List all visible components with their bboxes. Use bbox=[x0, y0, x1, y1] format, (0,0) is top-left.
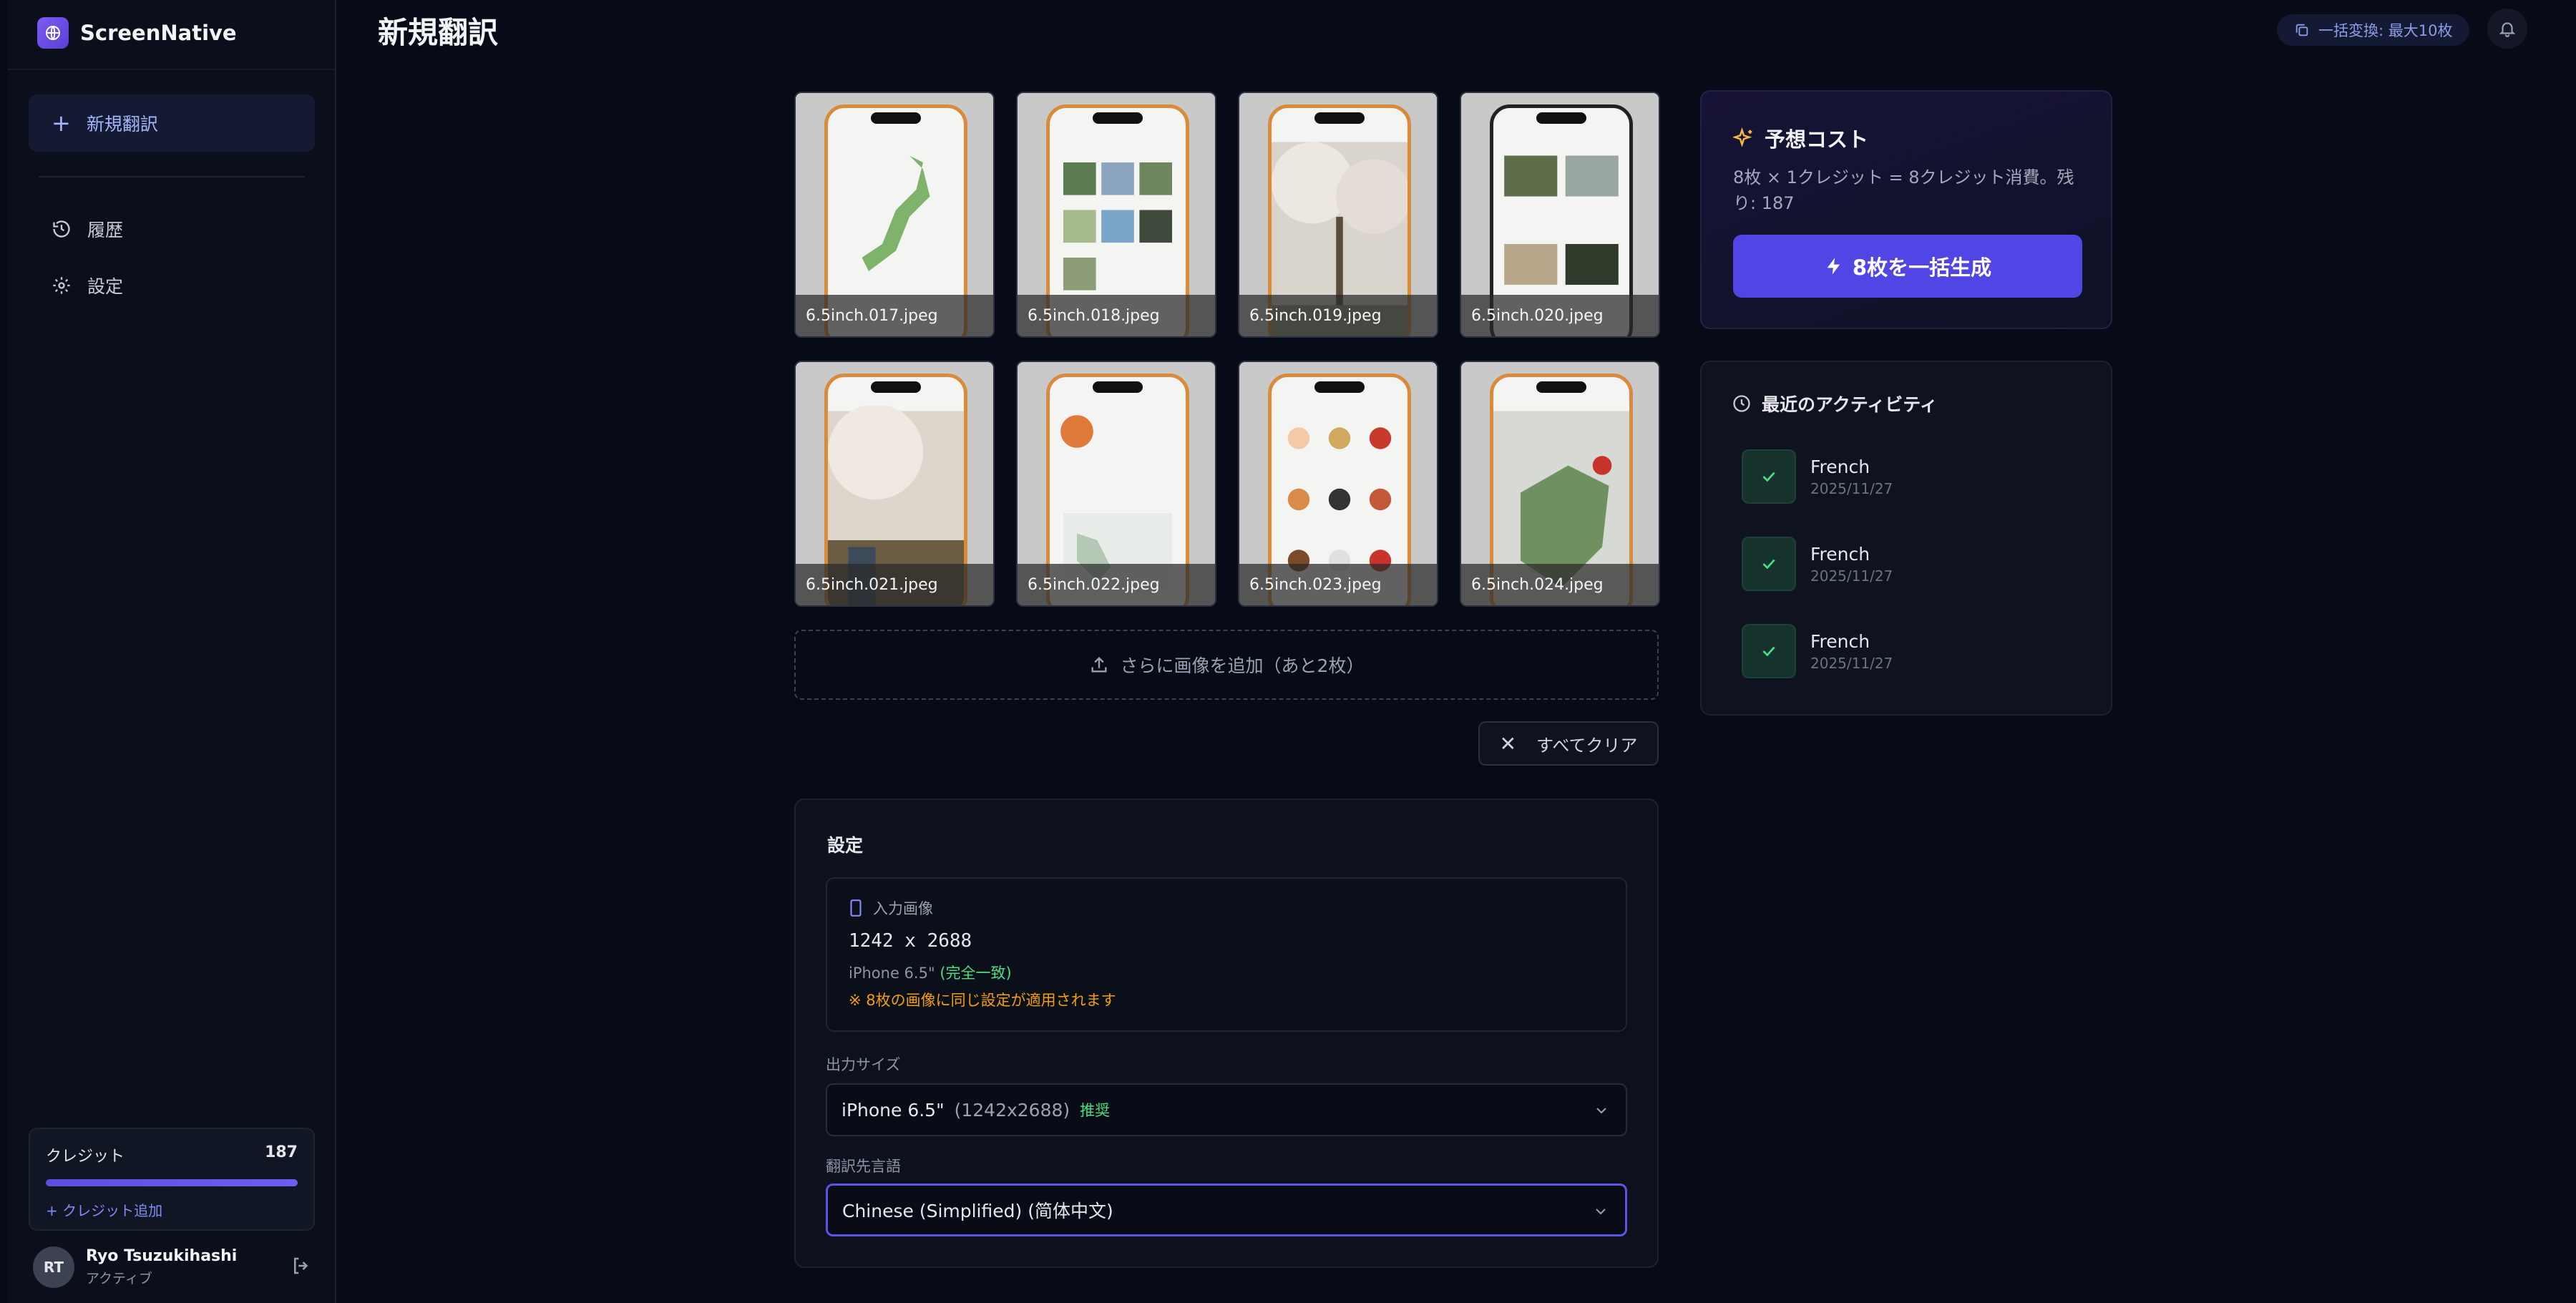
history-icon bbox=[53, 220, 70, 238]
add-credits-link[interactable]: + クレジット追加 bbox=[46, 1199, 298, 1220]
recent-activity-title: 最近のアクティビティ bbox=[1762, 394, 1938, 415]
thumbnail-card[interactable]: 6.5inch.017.jpeg bbox=[794, 92, 995, 338]
target-language-select[interactable]: Chinese (Simplified) (简体中文) bbox=[826, 1184, 1627, 1236]
input-device: iPhone 6.5" bbox=[849, 965, 935, 982]
close-icon: ✕ bbox=[1499, 731, 1517, 756]
activity-language: French bbox=[1810, 630, 1870, 652]
thumbnail-card[interactable]: 6.5inch.019.jpeg bbox=[1238, 92, 1438, 338]
batch-generate-label: 8枚を一括生成 bbox=[1852, 255, 1992, 280]
activity-date: 2025/11/27 bbox=[1810, 479, 1893, 497]
credits-count: 187 bbox=[265, 1143, 298, 1161]
batch-generate-button[interactable]: 8枚を一括生成 bbox=[1733, 235, 2082, 298]
input-image-card: 入力画像 1242 x 2688 iPhone 6.5" (完全一致) ※ 8枚… bbox=[826, 877, 1627, 1032]
batch-limit-badge: 一括変換: 最大10枚 bbox=[2277, 14, 2470, 46]
target-language-value: Chinese (Simplified) (简体中文) bbox=[842, 1201, 1113, 1221]
thumbnail-card[interactable]: 6.5inch.024.jpeg bbox=[1460, 361, 1660, 607]
estimated-cost-card: 予想コスト 8枚 × 1クレジット = 8クレジット消費。残り: 187 8枚を… bbox=[1700, 90, 2112, 329]
check-icon bbox=[1742, 624, 1796, 678]
recent-activity-card: 最近のアクティビティ French 2025/11/27 French 2025… bbox=[1700, 361, 2112, 716]
activity-item[interactable]: French 2025/11/27 bbox=[1742, 537, 2071, 591]
exact-match-label: (完全一致) bbox=[940, 965, 1012, 982]
clear-all-label: すべてクリア bbox=[1536, 735, 1638, 756]
recommended-badge: 推奨 bbox=[1080, 1102, 1111, 1119]
output-size-dims: (1242x2688) bbox=[954, 1099, 1070, 1121]
gear-icon bbox=[53, 277, 70, 294]
user-name: Ryo Tsuzukihashi bbox=[86, 1247, 238, 1265]
thumbnail-filename: 6.5inch.022.jpeg bbox=[1018, 564, 1215, 605]
sidebar-item-history[interactable]: 履歴 bbox=[29, 205, 315, 253]
logout-icon[interactable] bbox=[291, 1255, 312, 1279]
settings-panel: 設定 入力画像 1242 x 2688 iPhone 6.5" (完全一致) ※… bbox=[794, 799, 1659, 1268]
thumbnail-card[interactable]: 6.5inch.020.jpeg bbox=[1460, 92, 1660, 338]
input-image-label: 入力画像 bbox=[873, 900, 933, 917]
estimated-cost-description: 8枚 × 1クレジット = 8クレジット消費。残り: 187 bbox=[1733, 167, 2074, 213]
plus-icon: + bbox=[52, 109, 71, 137]
brand[interactable]: ScreenNative bbox=[37, 16, 237, 50]
thumbnail-filename: 6.5inch.019.jpeg bbox=[1239, 295, 1437, 336]
lightning-icon bbox=[1827, 258, 1840, 275]
upload-icon bbox=[1091, 657, 1107, 673]
thumbnail-card[interactable]: 6.5inch.023.jpeg bbox=[1238, 361, 1438, 607]
clear-all-button[interactable]: ✕ すべてクリア bbox=[1478, 721, 1659, 766]
new-translation-label: 新規翻訳 bbox=[86, 114, 158, 135]
avatar[interactable]: RT bbox=[33, 1246, 74, 1288]
output-size-label: 出力サイズ bbox=[826, 1056, 901, 1073]
output-size-value: iPhone 6.5" bbox=[841, 1099, 945, 1121]
credits-label: クレジット bbox=[46, 1148, 125, 1166]
thumbnail-filename: 6.5inch.024.jpeg bbox=[1461, 564, 1659, 605]
phone-icon bbox=[850, 899, 862, 917]
clock-icon bbox=[1733, 395, 1750, 412]
thumbnail-card[interactable]: 6.5inch.021.jpeg bbox=[794, 361, 995, 607]
chevron-down-icon bbox=[1596, 1209, 1606, 1215]
new-translation-button[interactable]: + 新規翻訳 bbox=[29, 94, 315, 152]
batch-note: ※ 8枚の画像に同じ設定が適用されます bbox=[849, 992, 1116, 1009]
chevron-down-icon bbox=[1596, 1108, 1606, 1114]
sidebar-item-label: 履歴 bbox=[87, 220, 124, 240]
app-name: ScreenNative bbox=[80, 21, 237, 45]
credits-panel: クレジット 187 + クレジット追加 bbox=[29, 1128, 315, 1231]
thumbnail-filename: 6.5inch.021.jpeg bbox=[796, 564, 993, 605]
copy-icon bbox=[2296, 24, 2308, 36]
sidebar-item-settings[interactable]: 設定 bbox=[29, 261, 315, 310]
activity-item[interactable]: French 2025/11/27 bbox=[1742, 624, 2071, 678]
settings-title: 設定 bbox=[827, 835, 864, 856]
thumbnail-filename: 6.5inch.018.jpeg bbox=[1018, 295, 1215, 336]
divider bbox=[7, 69, 335, 70]
input-image-size: 1242 x 2688 bbox=[849, 930, 972, 952]
thumbnail-filename: 6.5inch.020.jpeg bbox=[1461, 295, 1659, 336]
thumbnail-card[interactable]: 6.5inch.022.jpeg bbox=[1016, 361, 1216, 607]
globe-icon bbox=[37, 17, 69, 49]
check-icon bbox=[1742, 449, 1796, 504]
activity-item[interactable]: French 2025/11/27 bbox=[1742, 449, 2071, 504]
add-more-label: さらに画像を追加（あと2枚） bbox=[1120, 655, 1365, 676]
divider bbox=[39, 176, 305, 177]
activity-date: 2025/11/27 bbox=[1810, 567, 1893, 585]
notification-bell-icon[interactable] bbox=[2487, 9, 2527, 49]
batch-limit-text: 一括変換: 最大10枚 bbox=[2318, 22, 2453, 39]
activity-language: French bbox=[1810, 543, 1870, 565]
sidebar-item-label: 設定 bbox=[87, 276, 124, 297]
output-size-select[interactable]: iPhone 6.5" (1242x2688) 推奨 bbox=[826, 1083, 1627, 1136]
target-language-label: 翻訳先言語 bbox=[826, 1158, 901, 1175]
credits-progress bbox=[46, 1179, 298, 1186]
thumbnail-filename: 6.5inch.017.jpeg bbox=[796, 295, 993, 336]
activity-language: French bbox=[1810, 456, 1870, 477]
page-title: 新規翻訳 bbox=[378, 15, 499, 50]
activity-date: 2025/11/27 bbox=[1810, 654, 1893, 672]
check-icon bbox=[1742, 537, 1796, 591]
sparkles-icon bbox=[1733, 127, 1752, 147]
user-status: アクティブ bbox=[86, 1271, 152, 1287]
user-profile: RT Ryo Tsuzukihashi アクティブ bbox=[33, 1245, 319, 1289]
add-more-images-button[interactable]: さらに画像を追加（あと2枚） bbox=[794, 630, 1659, 700]
thumbnail-filename: 6.5inch.023.jpeg bbox=[1239, 564, 1437, 605]
estimated-cost-title: 予想コスト bbox=[1765, 127, 1869, 152]
thumbnail-card[interactable]: 6.5inch.018.jpeg bbox=[1016, 92, 1216, 338]
sidebar: ScreenNative + 新規翻訳 履歴 設定 クレジット 187 + クレ… bbox=[7, 0, 336, 1303]
credits-progress-fill bbox=[46, 1179, 298, 1186]
